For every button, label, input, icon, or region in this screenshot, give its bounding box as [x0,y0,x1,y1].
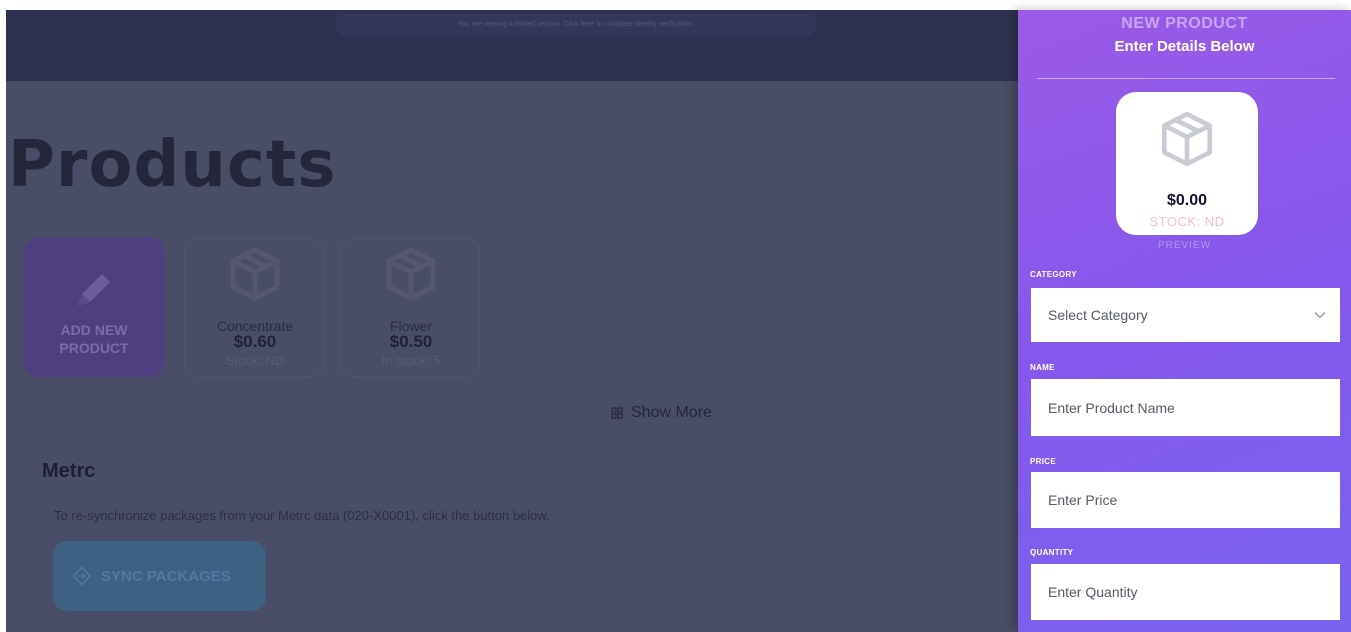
category-label: CATEGORY [1030,270,1077,279]
preview-price: $0.00 [1166,192,1208,209]
product-price: $0.60 [233,332,277,351]
quantity-input[interactable]: Enter Quantity [1031,564,1340,620]
page-title: Products [8,128,337,202]
product-stock: In stock: 5 [381,353,441,368]
add-new-product-label: ADD NEW PRODUCT [59,322,129,356]
metrc-title: Metrc [42,460,96,482]
price-input[interactable]: Enter Price [1031,472,1340,528]
preview-label: PREVIEW [1157,240,1212,251]
show-more-label: Show More [631,404,712,421]
panel-heading: NEW PRODUCT [1121,15,1248,32]
product-stock: Stock: ND [225,353,285,368]
category-select-value: Select Category [1048,307,1148,323]
product-card-concentrate[interactable]: Concentrate $0.60 Stock: ND [184,238,324,377]
preview-stock: STOCK: ND [1149,214,1225,229]
category-select[interactable]: Select Category [1031,288,1340,342]
show-more-button[interactable]: Show More [611,404,712,422]
sync-icon [72,566,92,586]
new-product-panel: NEW PRODUCT Enter Details Below $0.00 ST… [1018,10,1351,632]
box-icon [1161,111,1213,167]
divider [1037,78,1335,79]
sync-packages-label: SYNC PACKAGES [101,567,231,585]
pencil-icon [78,274,110,306]
metrc-description: To re-synchronize packages from your Met… [54,508,550,523]
top-bar: You are viewing a limited version. Click… [6,10,1018,81]
quantity-label: QUANTITY [1030,548,1074,557]
panel-subheading: Enter Details Below [1114,38,1255,55]
main-content: You are viewing a limited version. Click… [6,10,1018,632]
name-label: NAME [1030,363,1055,372]
product-card-flower[interactable]: Flower $0.50 In stock: 5 [340,238,480,377]
verification-banner[interactable]: You are viewing a limited version. Click… [336,14,816,35]
preview-card: $0.00 STOCK: ND [1116,92,1258,235]
box-icon [230,247,280,301]
price-label: PRICE [1030,457,1056,466]
add-new-product-button[interactable]: ADD NEW PRODUCT [24,238,164,377]
sync-packages-button[interactable]: SYNC PACKAGES [53,541,266,611]
product-name-input[interactable]: Enter Product Name [1031,379,1340,436]
chevron-down-icon [1314,311,1326,319]
box-icon [386,247,436,301]
grid-icon [611,407,623,419]
product-price: $0.50 [389,332,433,351]
